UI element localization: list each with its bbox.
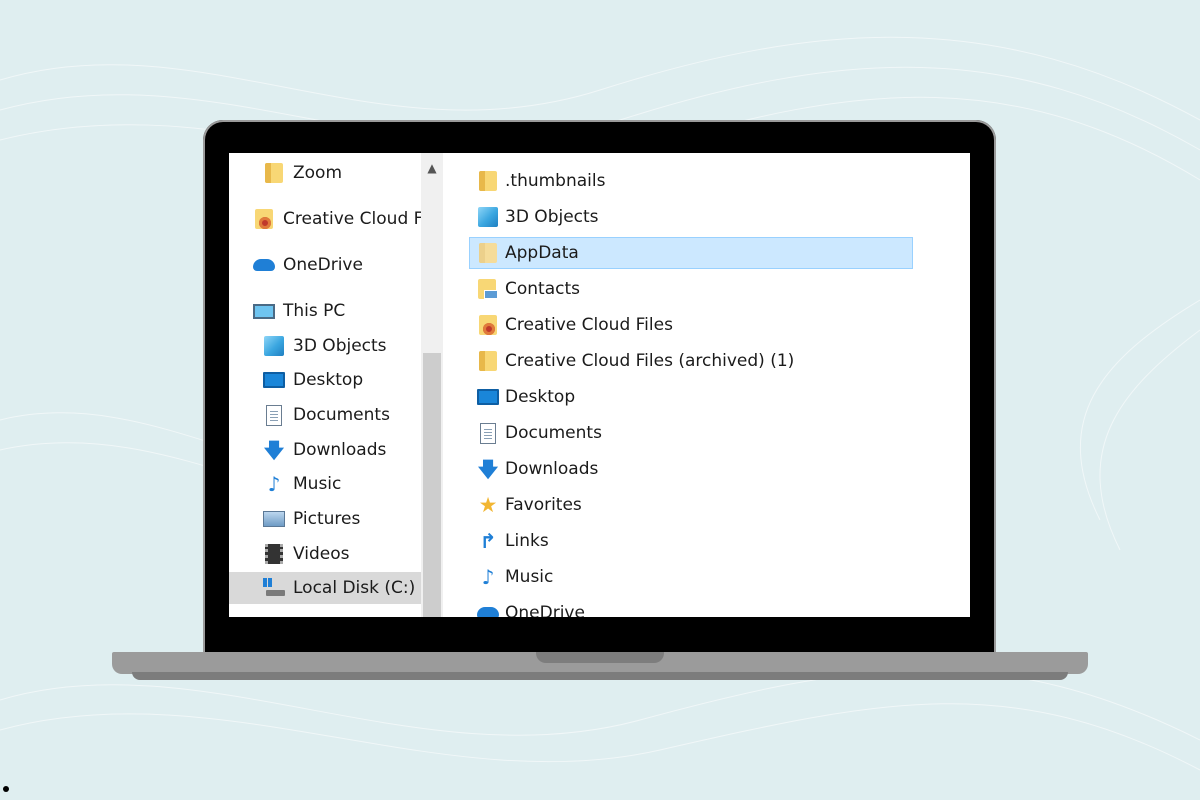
list-item-label: Favorites [505,495,582,515]
bullet-dot [3,786,9,792]
favorites-icon: ★ [478,492,498,517]
creative-cloud-folder-icon [253,208,275,230]
list-item-label: .thumbnails [505,171,606,191]
nav-item-label: Creative Cloud Fil [283,209,432,229]
music-icon: ♪ [481,565,495,589]
links-icon: ↱ [479,529,497,553]
list-item-label: Creative Cloud Files (archived) (1) [505,351,795,371]
3d-objects-icon [263,335,285,357]
nav-item-3d-objects[interactable]: 3D Objects [263,330,387,362]
desktop-icon [477,386,499,408]
list-item[interactable]: ↱ Links [469,525,913,557]
nav-item-label: Music [293,474,342,494]
folder-icon [477,170,499,192]
nav-scrollbar[interactable]: ▲ [421,153,443,617]
list-item[interactable]: Contacts [469,273,913,305]
nav-item-label: Pictures [293,509,361,529]
list-item-label: 3D Objects [505,207,599,227]
folder-icon [477,242,499,264]
contacts-icon [477,278,499,300]
list-item[interactable]: 🡇 Downloads [469,453,913,485]
desktop-icon [263,369,285,391]
local-disk-icon [263,577,285,599]
list-item[interactable]: Desktop [469,381,913,413]
folder-icon [263,162,285,184]
list-item-label: Music [505,567,554,587]
list-item-label: OneDrive [505,603,585,617]
downloads-icon: 🡇 [263,438,285,462]
nav-item-downloads[interactable]: 🡇 Downloads [263,434,387,466]
nav-item-local-disk[interactable]: Local Disk (C:) [229,572,421,604]
list-item-selected[interactable]: AppData [469,237,913,269]
list-item[interactable]: Documents [469,417,913,449]
music-icon: ♪ [267,472,281,496]
nav-item-pictures[interactable]: Pictures [263,503,360,535]
scroll-up-icon[interactable]: ▲ [421,159,443,177]
laptop-notch [536,652,664,663]
nav-item-label: Videos [293,544,350,564]
laptop-base-shadow [132,672,1068,680]
documents-icon [477,422,499,444]
list-item-label: Downloads [505,459,599,479]
list-item-label: Contacts [505,279,580,299]
nav-item-creative-cloud-files[interactable]: Creative Cloud Fil [253,203,432,235]
3d-objects-icon [477,206,499,228]
nav-item-desktop[interactable]: Desktop [263,364,363,396]
nav-item-music[interactable]: ♪ Music [263,468,342,500]
nav-item-label: OneDrive [283,255,363,275]
creative-cloud-folder-icon [477,314,499,336]
list-item[interactable]: 3D Objects [469,201,913,233]
nav-item-onedrive[interactable]: OneDrive [253,249,363,281]
content-pane: .thumbnails 3D Objects AppData Contacts … [443,153,970,617]
list-item[interactable]: ★ Favorites [469,489,913,521]
nav-item-label: Desktop [293,370,364,390]
folder-icon [477,350,499,372]
nav-item-label: This PC [283,301,346,321]
nav-item-label: Local Disk (C:) [293,578,416,598]
nav-item-label: Zoom [293,163,343,183]
list-item[interactable]: OneDrive [469,597,913,617]
nav-item-label: Downloads [293,440,387,460]
nav-item-label: 3D Objects [293,336,387,356]
list-item-label: Links [505,531,549,551]
onedrive-icon [477,602,499,617]
nav-item-label: Documents [293,405,390,425]
list-item[interactable]: ♪ Music [469,561,913,593]
onedrive-icon [253,254,275,276]
list-item[interactable]: Creative Cloud Files [469,309,913,341]
downloads-icon: 🡇 [477,457,499,481]
navigation-pane: Zoom Creative Cloud Fil OneDrive This PC… [229,153,432,617]
file-explorer-window: Zoom Creative Cloud Fil OneDrive This PC… [229,153,970,617]
nav-item-zoom[interactable]: Zoom [263,157,342,189]
list-item-label: Documents [505,423,602,443]
nav-item-videos[interactable]: Videos [263,538,350,570]
documents-icon [263,404,285,426]
list-item-label: Desktop [505,387,576,407]
pictures-icon [263,508,285,530]
scroll-thumb[interactable] [423,353,441,617]
list-item[interactable]: .thumbnails [469,165,913,197]
list-item-label: AppData [505,243,579,263]
computer-icon [253,300,275,322]
list-item-label: Creative Cloud Files [505,315,673,335]
nav-item-this-pc[interactable]: This PC [253,295,345,327]
list-item[interactable]: Creative Cloud Files (archived) (1) [469,345,913,377]
nav-item-documents[interactable]: Documents [263,399,390,431]
videos-icon [263,543,285,565]
